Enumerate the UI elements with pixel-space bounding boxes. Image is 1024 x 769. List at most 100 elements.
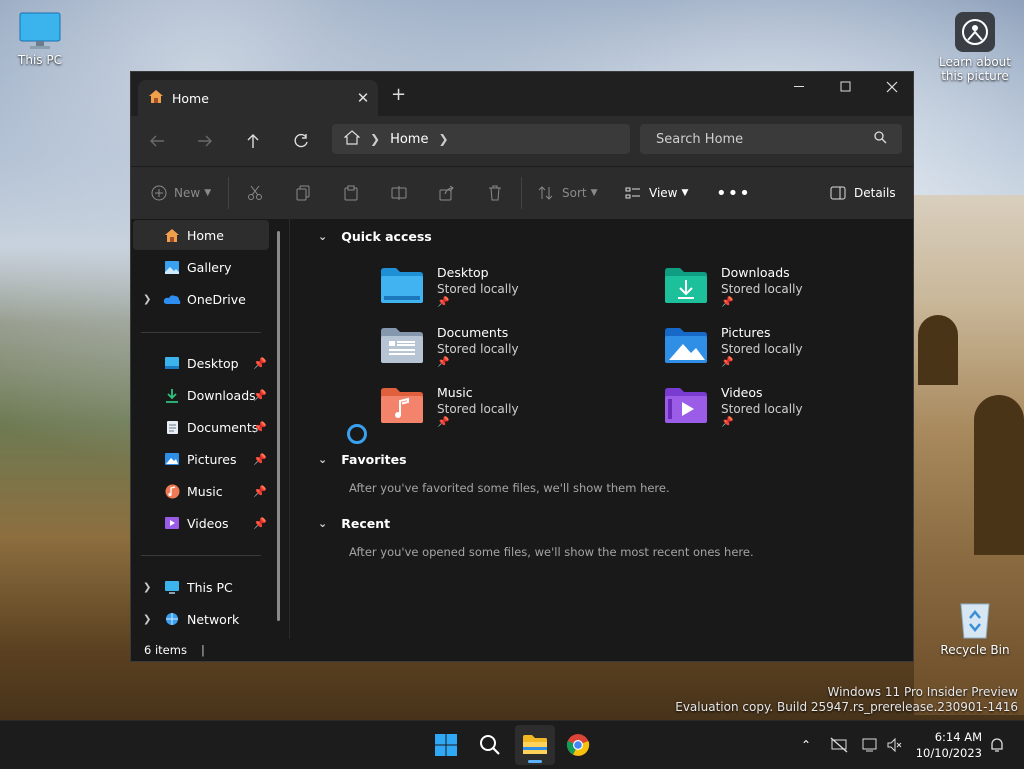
- sidebar-item-label: Network: [187, 611, 240, 627]
- expand-chevron-icon[interactable]: ❯: [143, 582, 151, 593]
- up-button[interactable]: [239, 128, 267, 154]
- quick-access-item-music[interactable]: Music Stored locally 📌: [379, 385, 519, 428]
- active-indicator: [528, 760, 542, 763]
- sidebar-item-onedrive[interactable]: ❯ OneDrive: [133, 284, 269, 314]
- taskbar-search-button[interactable]: [470, 725, 510, 765]
- back-button[interactable]: [143, 128, 171, 154]
- quick-access-item-desktop[interactable]: Desktop Stored locally 📌: [379, 265, 519, 308]
- item-status: Stored locally: [721, 342, 803, 356]
- pin-icon[interactable]: 📌: [253, 389, 267, 402]
- sidebar-item-home[interactable]: Home: [133, 220, 269, 250]
- view-button[interactable]: View ▼: [625, 167, 688, 219]
- pin-icon[interactable]: 📌: [253, 357, 267, 370]
- minimize-button[interactable]: [777, 72, 823, 102]
- sidebar-item-label: OneDrive: [187, 291, 246, 307]
- title-bar[interactable]: Home ✕ +: [131, 72, 913, 116]
- search-icon[interactable]: [874, 131, 887, 147]
- forward-button[interactable]: [191, 128, 219, 154]
- pin-icon: 📌: [437, 357, 450, 368]
- bell-icon: [991, 738, 1003, 752]
- plus-circle-icon: [151, 185, 167, 201]
- pictures-folder-icon: [663, 325, 709, 365]
- section-title: Favorites: [341, 452, 407, 467]
- sidebar-item-label: Gallery: [187, 259, 232, 275]
- address-bar[interactable]: ❯ Home ❯: [332, 124, 630, 154]
- sidebar-item-gallery[interactable]: Gallery: [133, 252, 269, 282]
- documents-icon: [163, 420, 181, 435]
- cut-button[interactable]: [247, 167, 263, 219]
- desktop-icon-this-pc[interactable]: This PC: [0, 12, 80, 67]
- search-icon: [480, 735, 500, 755]
- sidebar-item-label: This PC: [187, 579, 233, 595]
- trash-icon: [489, 185, 501, 201]
- search-box[interactable]: [640, 124, 902, 154]
- search-input[interactable]: [654, 130, 868, 148]
- sidebar-item-downloads[interactable]: Downloads 📌: [133, 380, 269, 410]
- pin-icon[interactable]: 📌: [253, 485, 267, 498]
- maximize-button[interactable]: [823, 72, 869, 102]
- quick-access-item-downloads[interactable]: Downloads Stored locally 📌: [663, 265, 803, 308]
- section-quick-access[interactable]: ⌄ Quick access: [318, 229, 432, 244]
- taskbar-chrome-button[interactable]: [558, 725, 598, 765]
- new-button[interactable]: New ▼: [151, 167, 211, 219]
- details-button[interactable]: Details: [830, 167, 896, 219]
- sidebar-item-label: Videos: [187, 515, 229, 531]
- notifications-button[interactable]: [986, 721, 1008, 769]
- sidebar-item-desktop[interactable]: Desktop 📌: [133, 348, 269, 378]
- pin-icon[interactable]: 📌: [253, 517, 267, 530]
- refresh-button[interactable]: [287, 128, 315, 154]
- desktop-icon-learn-about-picture[interactable]: Learn about this picture: [935, 12, 1015, 83]
- gallery-icon: [163, 260, 181, 275]
- rename-button[interactable]: [391, 167, 407, 219]
- copy-button[interactable]: [295, 167, 311, 219]
- breadcrumb-home[interactable]: Home: [390, 132, 428, 147]
- sidebar-item-pictures[interactable]: Pictures 📌: [133, 444, 269, 474]
- sidebar-item-videos[interactable]: Videos 📌: [133, 508, 269, 538]
- delete-button[interactable]: [487, 167, 503, 219]
- sidebar-item-this-pc[interactable]: ❯ This PC: [133, 572, 269, 602]
- show-hidden-icons-button[interactable]: ⌃: [796, 721, 816, 769]
- start-button[interactable]: [426, 725, 466, 765]
- scissors-icon: [248, 185, 262, 200]
- sidebar-item-network[interactable]: ❯ Network: [133, 604, 269, 634]
- quick-access-item-pictures[interactable]: Pictures Stored locally 📌: [663, 325, 803, 368]
- quick-access-item-videos[interactable]: Videos Stored locally 📌: [663, 385, 803, 428]
- tab-close-icon[interactable]: ✕: [348, 89, 378, 107]
- item-name: Music: [437, 385, 473, 400]
- desktop-icon-recycle-bin[interactable]: Recycle Bin: [935, 598, 1015, 657]
- network-status-button[interactable]: [828, 721, 850, 769]
- quick-access-item-documents[interactable]: Documents Stored locally 📌: [379, 325, 519, 368]
- pin-icon[interactable]: 📌: [253, 421, 267, 434]
- pin-icon: 📌: [721, 417, 734, 428]
- tab-home[interactable]: Home ✕: [138, 80, 378, 116]
- expand-chevron-icon[interactable]: ❯: [143, 614, 151, 625]
- section-recent[interactable]: ⌄ Recent: [318, 516, 390, 531]
- pin-icon: 📌: [437, 417, 450, 428]
- more-options-button[interactable]: •••: [716, 167, 751, 219]
- tab-title: Home: [172, 90, 209, 106]
- sidebar-item-music[interactable]: Music 📌: [133, 476, 269, 506]
- content-pane: ⌄ Quick access Desktop Stored locally 📌 Do…: [290, 213, 913, 639]
- volume-button[interactable]: [884, 721, 904, 769]
- paste-button[interactable]: [343, 167, 359, 219]
- display-status-button[interactable]: [860, 721, 880, 769]
- explorer-body: Home Gallery ❯ OneDrive Desktop 📌 Downlo…: [131, 213, 913, 639]
- home-icon: [163, 228, 181, 243]
- sidebar-scrollbar[interactable]: [277, 231, 280, 621]
- pin-icon[interactable]: 📌: [253, 453, 267, 466]
- expand-chevron-icon[interactable]: ❯: [143, 294, 151, 305]
- monitor-icon: [19, 12, 61, 50]
- close-button[interactable]: [869, 72, 915, 102]
- chrome-icon: [566, 734, 590, 756]
- taskbar-file-explorer-button[interactable]: [515, 725, 555, 765]
- chevron-right-icon[interactable]: ❯: [438, 132, 448, 146]
- system-clock[interactable]: 6:14 AM 10/10/2023: [916, 729, 982, 761]
- chevron-down-icon: ⌄: [318, 230, 328, 243]
- camera-lens-icon: [955, 12, 995, 52]
- network-disconnected-icon: [830, 737, 848, 753]
- new-tab-button[interactable]: +: [391, 84, 406, 105]
- sidebar-item-documents[interactable]: Documents 📌: [133, 412, 269, 442]
- section-favorites[interactable]: ⌄ Favorites: [318, 452, 407, 467]
- share-button[interactable]: [439, 167, 455, 219]
- sort-button[interactable]: Sort ▼: [538, 167, 598, 219]
